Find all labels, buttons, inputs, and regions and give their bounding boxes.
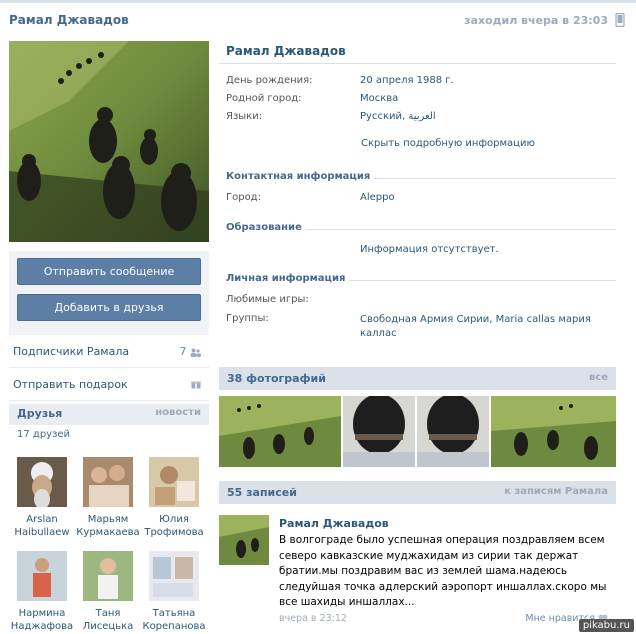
friend-item[interactable]: Татьяна Корепанова xyxy=(141,545,207,634)
post-text: В волгограде было успешная операция позд… xyxy=(279,534,607,608)
profile-actions: Отправить сообщение Добавить в друзья xyxy=(9,251,209,335)
friends-news-link[interactable]: новости xyxy=(155,407,201,418)
subscribers-count: 7 xyxy=(179,345,201,358)
friend-avatar[interactable] xyxy=(83,457,133,507)
profile-name: Рамал Джавадов xyxy=(226,44,346,58)
add-friend-button[interactable]: Добавить в друзья xyxy=(17,294,201,321)
post-author-avatar[interactable] xyxy=(219,515,269,565)
profile-header: Рамал Джавадов заходил вчера в 23:03 xyxy=(0,0,636,38)
header-name[interactable]: Рамал Джавадов xyxy=(9,13,129,27)
photo-thumb[interactable] xyxy=(491,396,616,467)
friend-avatar[interactable] xyxy=(17,551,67,601)
section-divider xyxy=(349,280,616,281)
friend-first-name[interactable]: Юлия xyxy=(141,513,207,526)
friend-item[interactable]: Нармина Наджафова xyxy=(9,545,75,634)
friend-avatar[interactable] xyxy=(83,551,133,601)
friends-header[interactable]: Друзья новости xyxy=(9,404,209,425)
friend-first-name[interactable]: Марьям xyxy=(75,513,141,526)
subscribers-link[interactable]: Подписчики Рамала 7 xyxy=(9,335,209,368)
groups-label: Группы: xyxy=(226,313,269,324)
photo-thumb[interactable] xyxy=(219,396,341,467)
friend-item[interactable]: Arslan Haibullaew xyxy=(9,451,75,545)
city-label: Город: xyxy=(226,192,261,203)
subscribers-count-value: 7 xyxy=(179,345,187,358)
post-timestamp[interactable]: вчера в 23:12 xyxy=(279,613,347,624)
friend-last-name[interactable]: Курмакаева xyxy=(75,526,141,539)
languages-value[interactable]: Русский, العربية xyxy=(360,111,610,122)
friends-count: 17 друзей xyxy=(17,429,71,440)
games-label: Любимые игры: xyxy=(226,294,309,305)
personal-section-title: Личная информация xyxy=(226,273,346,284)
hometown-label: Родной город: xyxy=(226,93,302,104)
friend-avatar[interactable] xyxy=(149,457,199,507)
friend-first-name[interactable]: Татьяна xyxy=(141,607,207,620)
education-section-title: Образование xyxy=(226,222,302,233)
mobile-icon xyxy=(614,12,626,28)
watermark: pikabu.ru xyxy=(578,619,634,632)
profile-photo[interactable] xyxy=(9,41,209,242)
subscribers-label: Подписчики Рамала xyxy=(13,345,130,358)
photo-thumb[interactable] xyxy=(417,396,489,467)
friend-last-name[interactable]: Haibullaew xyxy=(9,526,75,539)
photo-thumb[interactable] xyxy=(343,396,415,467)
friend-first-name[interactable]: Arslan xyxy=(9,513,75,526)
city-value[interactable]: Aleppo xyxy=(360,192,610,203)
friend-item[interactable]: Юлия Трофимова xyxy=(141,451,207,545)
photos-header[interactable]: 38 фотографий все xyxy=(219,367,616,390)
friend-last-name[interactable]: Корепанова xyxy=(141,620,207,633)
hide-info-link[interactable]: Скрыть подробную информацию xyxy=(361,138,611,149)
friend-item[interactable]: Марьям Курмакаева xyxy=(75,451,141,545)
send-gift-link[interactable]: Отправить подарок xyxy=(9,368,209,401)
gift-icon xyxy=(191,379,201,392)
photos-title[interactable]: 38 фотографий xyxy=(227,372,326,385)
people-icon xyxy=(190,348,201,357)
friend-avatar[interactable] xyxy=(17,457,67,507)
section-divider xyxy=(374,178,616,179)
friend-last-name[interactable]: Трофимова xyxy=(141,526,207,539)
birthday-label: День рождения: xyxy=(226,75,313,86)
groups-value[interactable]: Свободная Армия Сирии, Maria callas мари… xyxy=(360,313,600,341)
post-author-name[interactable]: Рамал Джавадов xyxy=(279,517,389,530)
last-seen-status: заходил вчера в 23:03 xyxy=(464,14,608,27)
wall-header[interactable]: 55 записей к записям Рамала xyxy=(219,481,616,504)
wall-post: Рамал Джавадов В волгограде было успешна… xyxy=(219,511,616,631)
friend-first-name[interactable]: Нармина xyxy=(9,607,75,620)
friend-item[interactable]: Таня Лисецька xyxy=(75,545,141,634)
left-column: Отправить сообщение Добавить в друзья По… xyxy=(9,41,209,634)
education-missing: Информация отсутствует. xyxy=(360,244,499,255)
friends-title[interactable]: Друзья xyxy=(17,407,62,420)
birthday-value[interactable]: 20 апреля 1988 г. xyxy=(360,75,610,86)
friend-first-name[interactable]: Таня xyxy=(75,607,141,620)
wall-link[interactable]: к записям Рамала xyxy=(504,486,608,497)
send-message-button[interactable]: Отправить сообщение xyxy=(17,258,201,285)
section-divider xyxy=(306,229,616,230)
friends-grid: Arslan Haibullaew Марьям Курмакаева Юлия… xyxy=(9,451,209,634)
hometown-value[interactable]: Москва xyxy=(360,93,610,104)
contact-section-title: Контактная информация xyxy=(226,171,371,182)
photos-all-link[interactable]: все xyxy=(589,372,608,383)
friend-last-name[interactable]: Лисецька xyxy=(75,620,141,633)
photos-strip xyxy=(219,396,616,467)
wall-title[interactable]: 55 записей xyxy=(227,486,297,499)
friend-last-name[interactable]: Наджафова xyxy=(9,620,75,633)
send-gift-label: Отправить подарок xyxy=(13,378,128,391)
languages-label: Языки: xyxy=(226,111,263,122)
divider xyxy=(219,63,616,64)
friend-avatar[interactable] xyxy=(149,551,199,601)
